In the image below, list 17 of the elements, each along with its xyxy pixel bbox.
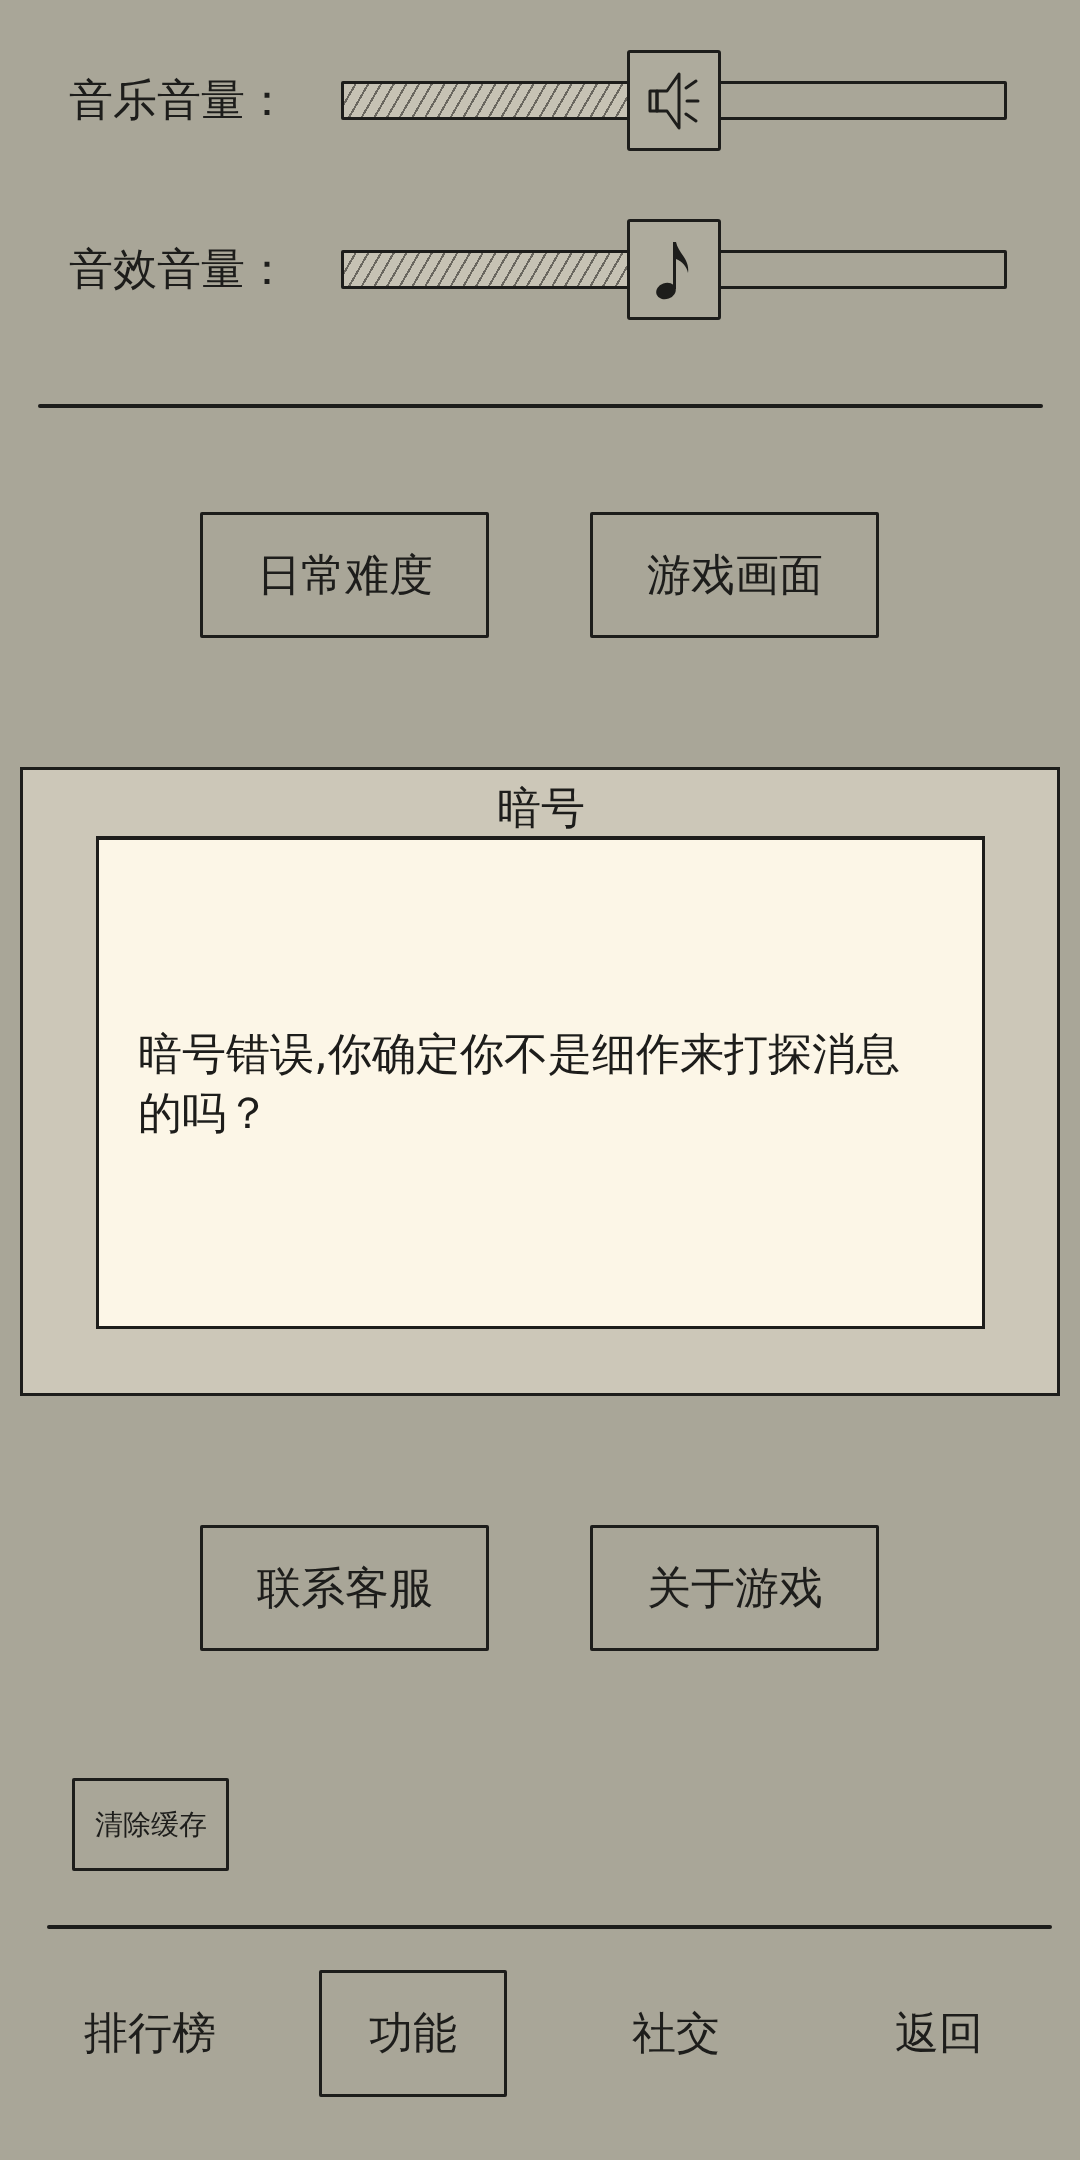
volume-label: 音乐音量：	[69, 74, 290, 127]
slider-handle[interactable]	[627, 50, 722, 151]
nav-tab[interactable]: 排行榜	[55, 1970, 244, 2097]
dialog-title: 暗号	[496, 786, 585, 830]
volume-label: 音效音量：	[69, 243, 290, 296]
nav-tab[interactable]: 功能	[318, 1970, 507, 2097]
menu-button[interactable]: 关于游戏	[590, 1525, 879, 1651]
menu-button[interactable]: 联系客服	[200, 1525, 489, 1651]
menu-button[interactable]: 游戏画面	[590, 512, 879, 638]
slider-track[interactable]	[341, 81, 1007, 120]
slider-handle[interactable]	[627, 219, 722, 320]
menu-button[interactable]: 日常难度	[200, 512, 489, 638]
nav-tab[interactable]: 社交	[581, 1970, 770, 2097]
clear-cache-button[interactable]: 清除缓存	[72, 1778, 229, 1871]
nav-tab[interactable]: 返回	[844, 1970, 1033, 2097]
slider-track[interactable]	[341, 250, 1007, 289]
dialog-message: 暗号错误,你确定你不是细作来打探消息的吗？	[138, 1027, 901, 1140]
